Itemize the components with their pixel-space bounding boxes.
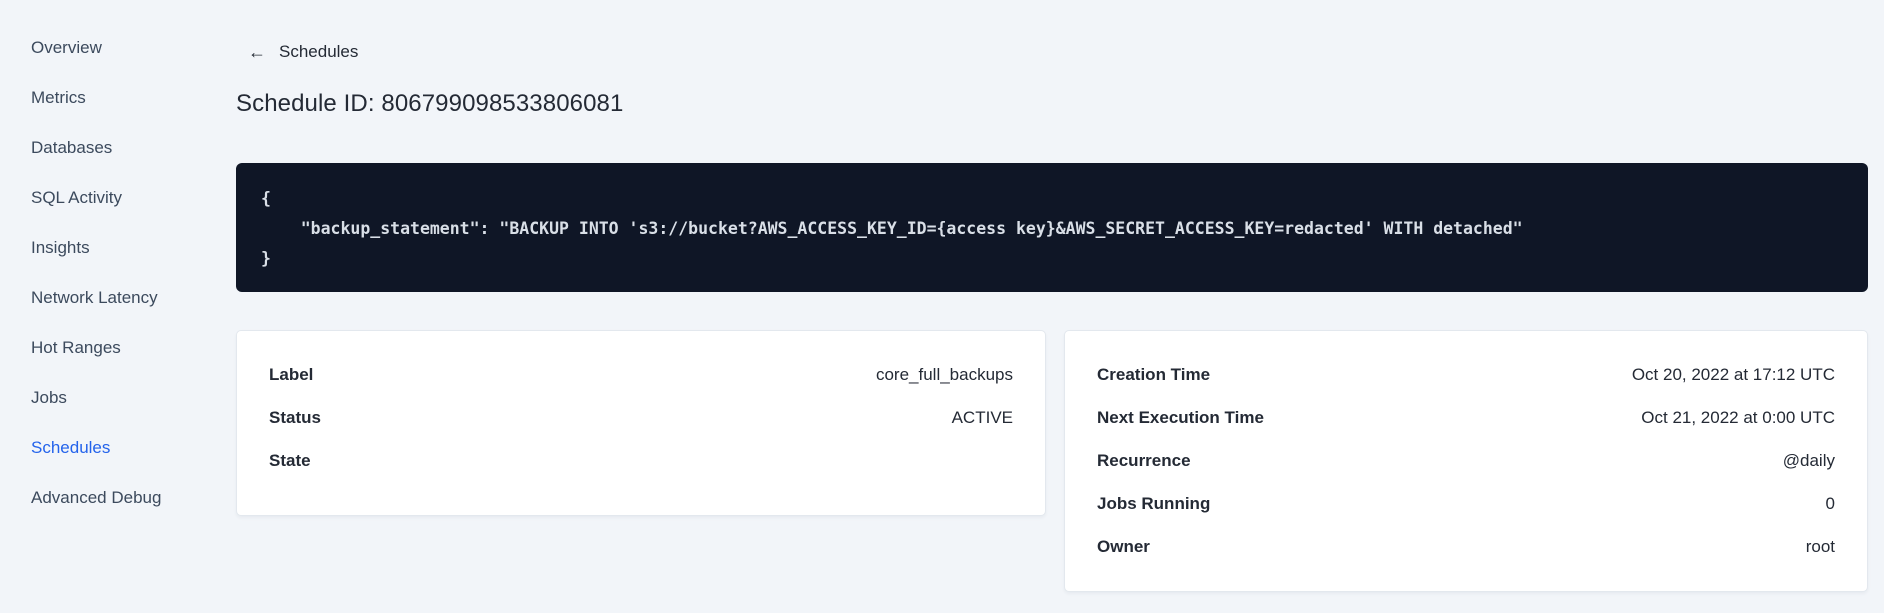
back-arrow-icon: ← xyxy=(248,42,266,62)
sidebar-item-hot-ranges[interactable]: Hot Ranges xyxy=(0,323,216,373)
back-link[interactable]: ← Schedules xyxy=(248,42,358,62)
detail-row-state: State xyxy=(269,439,1013,482)
sidebar-item-databases[interactable]: Databases xyxy=(0,123,216,173)
row-label: Status xyxy=(269,407,321,427)
back-link-label: Schedules xyxy=(279,42,359,61)
row-value: Oct 21, 2022 at 0:00 UTC xyxy=(1641,407,1835,427)
detail-row-label: Label core_full_backups xyxy=(269,353,1013,396)
row-value: 0 xyxy=(1825,493,1835,513)
row-label: Label xyxy=(269,364,314,384)
row-value: core_full_backups xyxy=(875,364,1013,384)
page-title: Schedule ID: 806799098533806081 xyxy=(236,90,624,117)
row-value: Oct 20, 2022 at 17:12 UTC xyxy=(1631,364,1835,384)
row-value: root xyxy=(1805,536,1835,556)
schedule-definition-code: { "backup_statement": "BACKUP INTO 's3:/… xyxy=(236,163,1868,292)
detail-cards: Label core_full_backups Status ACTIVE State … xyxy=(236,330,1868,592)
sidebar-item-sql-activity[interactable]: SQL Activity xyxy=(0,173,216,223)
sidebar-item-network-latency[interactable]: Network Latency xyxy=(0,273,216,323)
schedule-status-card: Label core_full_backups Status ACTIVE State xyxy=(236,330,1046,516)
schedule-detail-content: ← Schedules Schedule ID: 806799098533806… xyxy=(216,0,1884,613)
detail-row-creation-time: Creation Time Oct 20, 2022 at 17:12 UTC xyxy=(1097,353,1835,396)
detail-row-owner: Owner root xyxy=(1097,525,1835,568)
sidebar-item-schedules[interactable]: Schedules xyxy=(0,423,216,473)
detail-row-status: Status ACTIVE xyxy=(269,396,1013,439)
row-label: Owner xyxy=(1097,536,1150,556)
sidebar-item-jobs[interactable]: Jobs xyxy=(0,373,216,423)
row-label: State xyxy=(269,450,311,470)
row-label: Jobs Running xyxy=(1097,493,1211,513)
row-label: Creation Time xyxy=(1097,364,1211,384)
sidebar-item-overview[interactable]: Overview xyxy=(0,23,216,73)
detail-row-jobs-running: Jobs Running 0 xyxy=(1097,482,1835,525)
sidebar-item-insights[interactable]: Insights xyxy=(0,223,216,273)
row-label: Next Execution Time xyxy=(1097,407,1264,427)
sidebar-item-advanced-debug[interactable]: Advanced Debug xyxy=(0,473,216,523)
sidebar-nav: Overview Metrics Databases SQL Activity Insi… xyxy=(0,0,216,613)
db-console-page: Overview Metrics Databases SQL Activity Insi… xyxy=(0,0,1884,613)
sidebar-item-metrics[interactable]: Metrics xyxy=(0,73,216,123)
row-value: @daily xyxy=(1782,450,1835,470)
detail-row-recurrence: Recurrence @daily xyxy=(1097,439,1835,482)
row-label: Recurrence xyxy=(1097,450,1191,470)
row-value: ACTIVE xyxy=(951,407,1013,427)
schedule-timing-card: Creation Time Oct 20, 2022 at 17:12 UTC Ne… xyxy=(1064,330,1868,592)
detail-row-next-execution-time: Next Execution Time Oct 21, 2022 at 0:00 … xyxy=(1097,396,1835,439)
